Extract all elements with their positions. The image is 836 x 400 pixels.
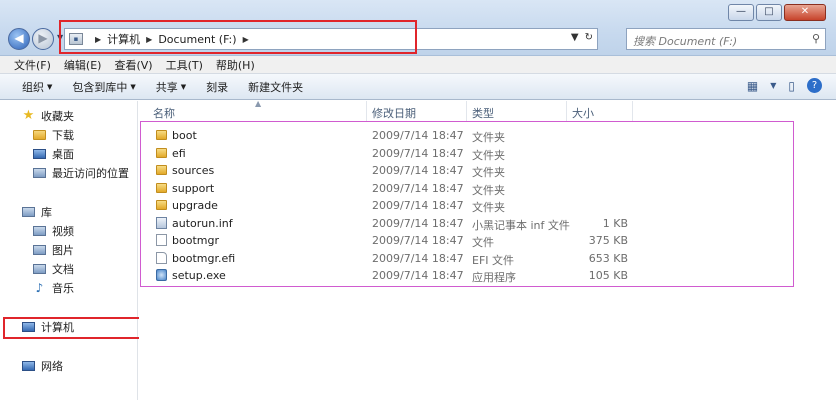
command-bar: 组织 ▼ 包含到库中 ▼ 共享 ▼ 刻录 新建文件夹 ▦ ▼ ▯ ?: [0, 74, 836, 100]
music-note-icon: ♪: [35, 281, 44, 295]
chevron-down-icon[interactable]: ▼: [770, 81, 776, 90]
sidebar-item-desktop[interactable]: 桌面: [33, 146, 74, 162]
sidebar-item-label: 库: [41, 206, 52, 219]
file-selection-highlight-box: [140, 121, 794, 287]
include-library-label: 包含到库中: [72, 80, 128, 94]
sidebar-item-network[interactable]: 网络: [22, 358, 63, 374]
sidebar-item-recent[interactable]: 最近访问的位置: [33, 165, 129, 181]
column-header-type[interactable]: 类型: [472, 105, 494, 121]
column-header-name[interactable]: 名称: [153, 105, 175, 121]
column-divider[interactable]: [632, 101, 633, 121]
sidebar-item-music[interactable]: ♪ 音乐: [33, 280, 74, 296]
minimize-button[interactable]: —: [728, 4, 754, 21]
help-icon[interactable]: ?: [807, 78, 822, 93]
computer-highlight-box: [3, 317, 148, 339]
new-folder-button[interactable]: 新建文件夹: [248, 79, 303, 95]
document-icon: [33, 264, 46, 274]
column-header-size[interactable]: 大小: [572, 105, 594, 121]
share-label: 共享: [155, 80, 178, 94]
sort-ascending-icon: ▲: [255, 99, 262, 108]
sidebar-item-label: 文档: [52, 263, 74, 276]
chevron-down-icon: ▼: [47, 82, 53, 91]
include-library-button[interactable]: 包含到库中 ▼: [72, 79, 135, 95]
sidebar-item-downloads[interactable]: 下载: [33, 127, 74, 143]
video-icon: [33, 226, 46, 236]
navigation-pane: ★ 收藏夹 下载 桌面 最近访问的位置 库 视频 图片 文档 ♪ 音乐 计算机 …: [0, 101, 138, 400]
sidebar-item-label: 图片: [52, 244, 74, 257]
menu-help[interactable]: 帮助(H): [216, 57, 255, 73]
sidebar-item-label: 视频: [52, 225, 74, 238]
back-button[interactable]: ◀: [8, 28, 30, 50]
desktop-icon: [33, 149, 46, 159]
chevron-down-icon: ▼: [180, 82, 187, 91]
search-placeholder: 搜索 Document (F:): [633, 35, 738, 48]
menu-bar: 文件(F) 编辑(E) 查看(V) 工具(T) 帮助(H): [0, 56, 836, 74]
back-arrow-icon: ◀: [14, 31, 24, 45]
address-highlight-box: [59, 20, 417, 54]
column-divider[interactable]: [366, 101, 367, 121]
share-button[interactable]: 共享 ▼: [156, 79, 186, 95]
preview-pane-icon[interactable]: ▯: [788, 79, 795, 93]
chevron-down-icon: ▼: [130, 82, 136, 91]
menu-edit[interactable]: 编辑(E): [64, 57, 102, 73]
column-divider[interactable]: [566, 101, 567, 121]
downloads-folder-icon: [33, 130, 46, 140]
search-icon[interactable]: ⚲: [812, 32, 820, 45]
organize-label: 组织: [22, 80, 44, 94]
sidebar-item-documents[interactable]: 文档: [33, 261, 74, 277]
picture-icon: [33, 245, 46, 255]
network-icon: [22, 361, 35, 371]
address-dropdown-icon[interactable]: ▼: [571, 32, 579, 43]
menu-tools[interactable]: 工具(T): [166, 57, 203, 73]
view-options-icon[interactable]: ▦: [747, 79, 758, 93]
sidebar-item-label: 收藏夹: [41, 110, 74, 123]
file-list-pane: ▲ 名称 修改日期 类型 大小 boot 2009/7/14 18:47 文件夹 ef…: [139, 99, 836, 400]
search-input[interactable]: 搜索 Document (F:) ⚲: [626, 28, 826, 50]
sidebar-item-videos[interactable]: 视频: [33, 223, 74, 239]
recent-places-icon: [33, 168, 46, 178]
sidebar-item-favorites[interactable]: ★ 收藏夹: [22, 108, 74, 124]
organize-button[interactable]: 组织 ▼: [22, 79, 52, 95]
star-icon: ★: [22, 108, 35, 123]
forward-arrow-icon: ▶: [38, 31, 48, 45]
close-button[interactable]: ✕: [784, 4, 826, 21]
column-header-row: ▲ 名称 修改日期 类型 大小: [139, 99, 836, 121]
sidebar-item-label: 音乐: [52, 282, 74, 295]
maximize-button[interactable]: □: [756, 4, 782, 21]
window-controls: — □ ✕: [726, 4, 826, 21]
sidebar-item-label: 网络: [41, 360, 63, 373]
sidebar-item-libraries[interactable]: 库: [22, 204, 52, 220]
sidebar-item-label: 桌面: [52, 148, 74, 161]
burn-button[interactable]: 刻录: [206, 79, 228, 95]
forward-button[interactable]: ▶: [32, 28, 54, 50]
sidebar-item-label: 下载: [52, 129, 74, 142]
sidebar-item-pictures[interactable]: 图片: [33, 242, 74, 258]
menu-view[interactable]: 查看(V): [114, 57, 152, 73]
sidebar-item-label: 最近访问的位置: [52, 167, 129, 180]
refresh-icon[interactable]: ↻: [585, 32, 593, 43]
menu-file[interactable]: 文件(F): [14, 57, 51, 73]
column-header-modified[interactable]: 修改日期: [372, 105, 416, 121]
library-icon: [22, 207, 35, 217]
column-divider[interactable]: [466, 101, 467, 121]
